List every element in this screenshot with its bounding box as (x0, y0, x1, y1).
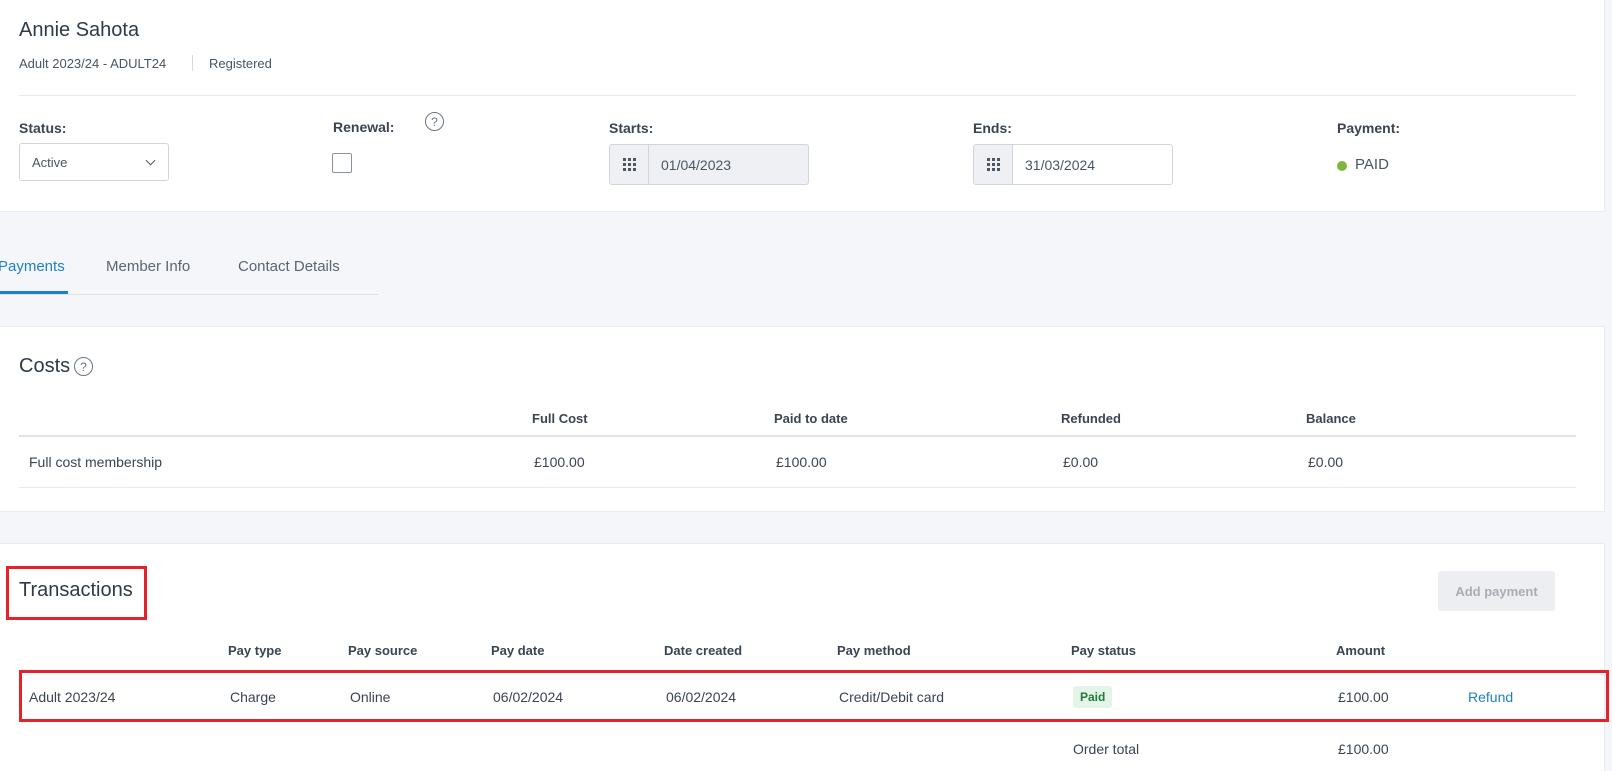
tx-date-created: 06/02/2024 (666, 689, 737, 705)
member-name: Annie Sahota (19, 19, 140, 41)
cost-paid-to-date: £100.00 (776, 454, 827, 470)
status-label: Status: (19, 120, 67, 136)
costs-header-paid-to-date: Paid to date (774, 411, 848, 426)
refund-link[interactable]: Refund (1468, 689, 1513, 705)
chevron-down-icon (145, 155, 156, 166)
header-separator (19, 95, 1576, 96)
status-select-value: Active (32, 155, 68, 170)
help-icon[interactable]: ? (74, 357, 93, 376)
transactions-title: Transactions (19, 579, 133, 601)
tab-bar-border (0, 294, 378, 295)
status-select[interactable]: Active (19, 143, 169, 181)
payment-label: Payment: (1337, 120, 1401, 136)
tx-pay-method: Credit/Debit card (839, 689, 945, 705)
tx-pay-source: Online (350, 689, 391, 705)
tx-item-name: Adult 2023/24 (29, 689, 116, 705)
status-dot-icon (1337, 161, 1347, 171)
starts-date-field[interactable]: 01/04/2023 (609, 144, 809, 185)
renewal-checkbox[interactable] (332, 153, 352, 173)
renewal-label: Renewal: (333, 119, 395, 135)
help-icon[interactable]: ? (425, 112, 444, 131)
cost-balance: £0.00 (1308, 454, 1344, 470)
costs-title: Costs (19, 355, 71, 377)
add-payment-button[interactable]: Add payment (1438, 571, 1555, 611)
status-badge: Paid (1073, 686, 1113, 708)
tx-pay-type: Charge (230, 689, 276, 705)
tx-pay-date: 06/02/2024 (493, 689, 564, 705)
tx-header-pay-status: Pay status (1071, 643, 1137, 658)
tx-header-date-created: Date created (664, 643, 743, 658)
costs-header-rule (19, 435, 1576, 437)
tx-header-pay-source: Pay source (348, 643, 418, 658)
calendar-button[interactable] (974, 145, 1013, 184)
costs-header-full-cost: Full Cost (532, 411, 588, 426)
tab-contact-details[interactable]: Contact Details (238, 258, 340, 275)
payment-status-value: PAID (1355, 156, 1389, 173)
costs-header-refunded: Refunded (1061, 411, 1121, 426)
calendar-grid-icon (986, 158, 1000, 171)
tx-amount: £100.00 (1338, 689, 1389, 705)
tx-header-amount: Amount (1336, 643, 1386, 658)
cost-full-cost: £100.00 (534, 454, 585, 470)
tx-header-pay-type: Pay type (228, 643, 282, 658)
order-total-value: £100.00 (1338, 741, 1389, 757)
ends-date-field[interactable]: 31/03/2024 (973, 144, 1173, 185)
help-glyph: ? (431, 114, 438, 129)
membership-label: Adult 2023/24 - ADULT24 (19, 56, 167, 71)
calendar-grid-icon (622, 158, 636, 171)
costs-header-balance: Balance (1306, 411, 1356, 426)
order-total-label: Order total (1073, 741, 1140, 757)
calendar-button[interactable] (610, 145, 649, 184)
cost-refunded: £0.00 (1063, 454, 1099, 470)
tx-header-pay-method: Pay method (837, 643, 911, 658)
costs-row-rule (19, 487, 1576, 488)
registration-status: Registered (209, 56, 272, 71)
tab-member-info[interactable]: Member Info (106, 258, 190, 275)
cost-item-name: Full cost membership (29, 454, 163, 470)
help-glyph: ? (80, 359, 87, 374)
ends-date-value: 31/03/2024 (1025, 156, 1096, 173)
starts-label: Starts: (609, 120, 654, 136)
tab-payments[interactable]: Payments (0, 258, 65, 275)
starts-date-value: 01/04/2023 (661, 156, 732, 173)
ends-label: Ends: (973, 120, 1012, 136)
header-divider (192, 55, 193, 71)
tx-header-pay-date: Pay date (491, 643, 545, 658)
